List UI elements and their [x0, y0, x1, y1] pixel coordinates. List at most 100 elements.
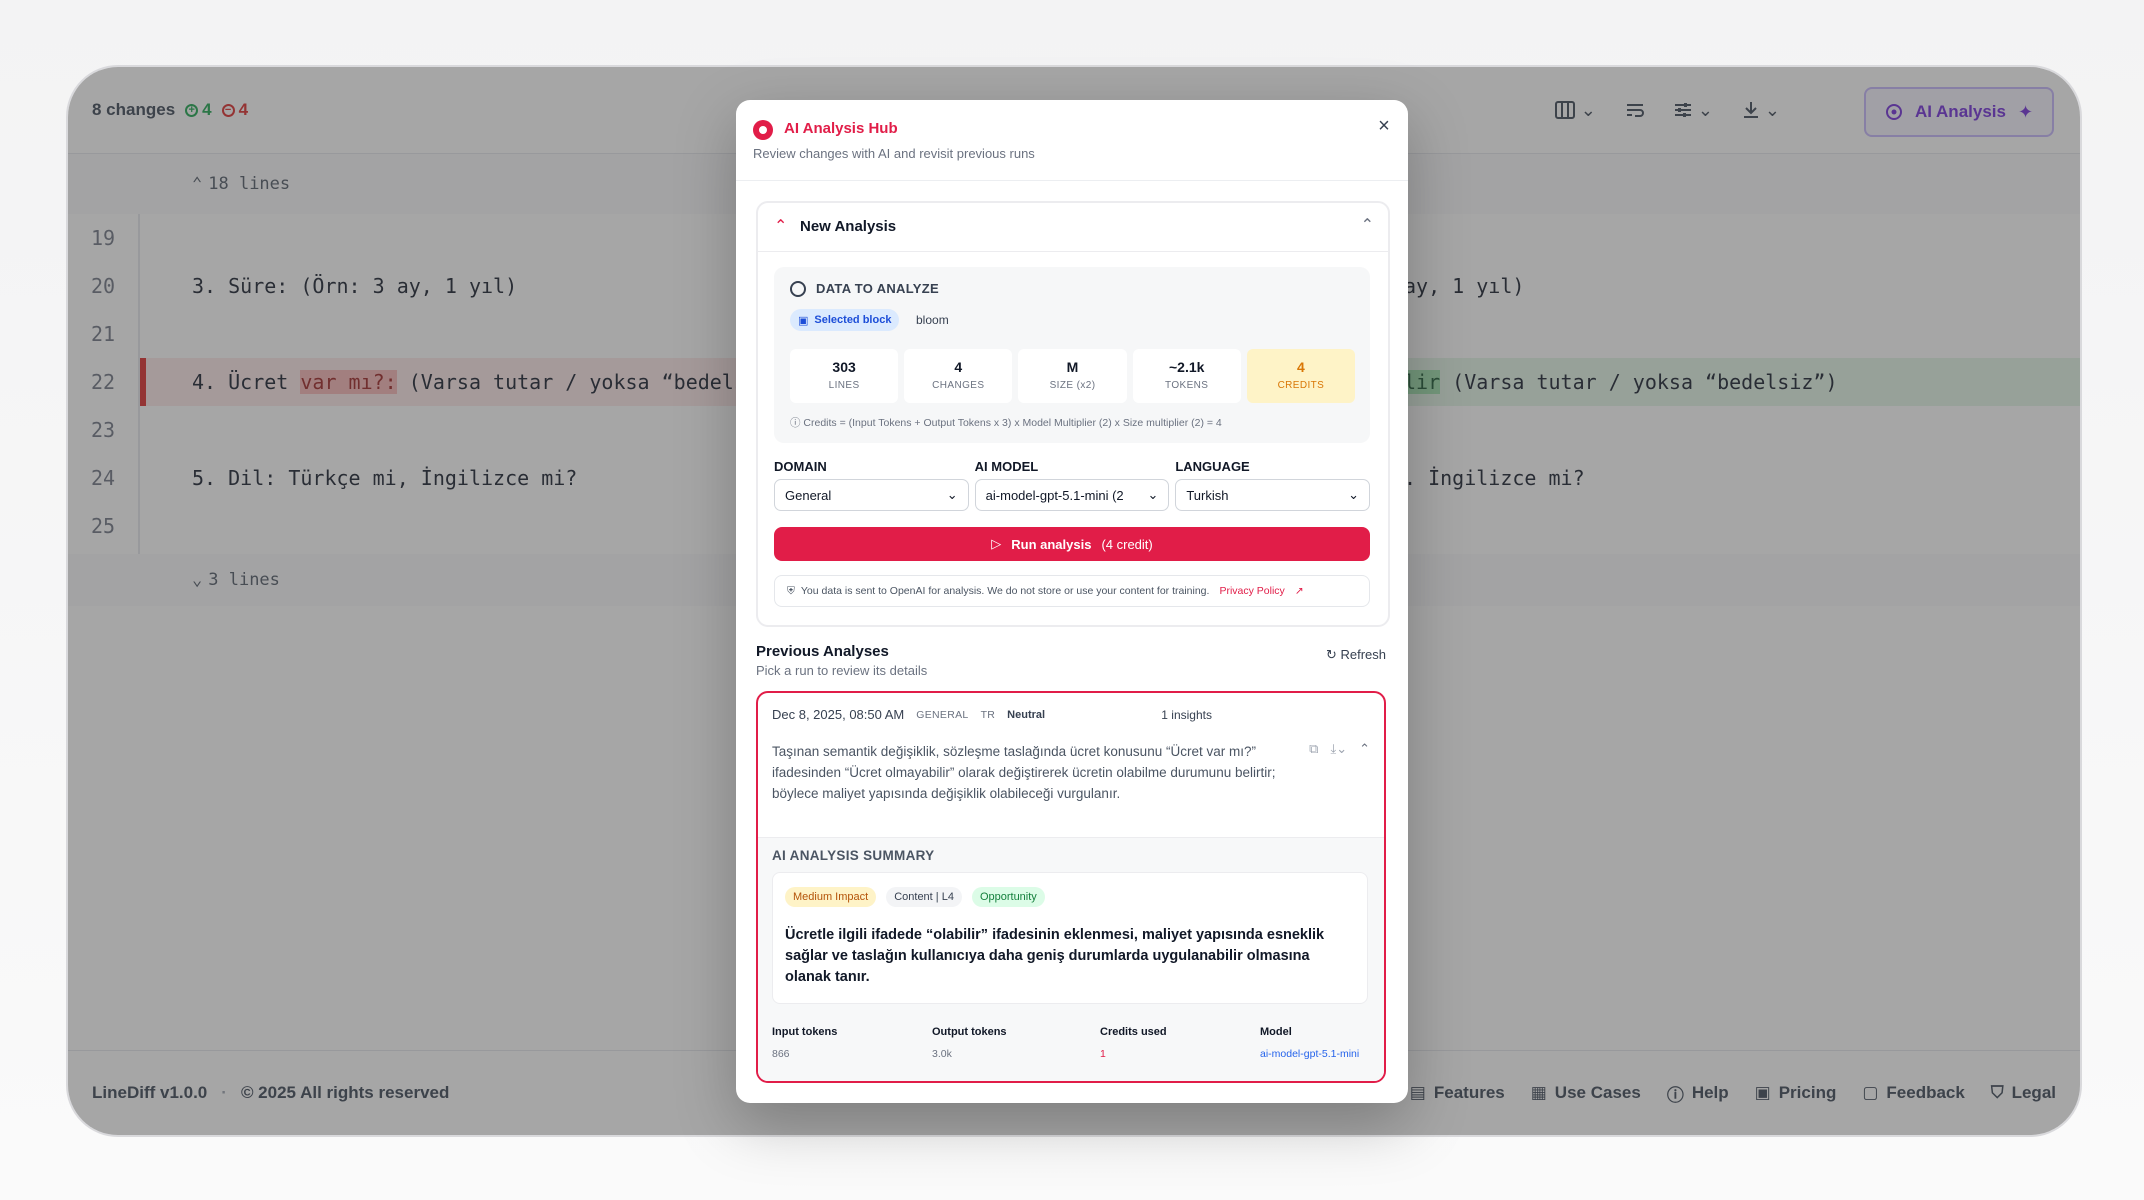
model-select-group: AI MODEL ai-model-gpt-5.1-mini (2 ⌄ — [974, 459, 1170, 511]
data-to-analyze-panel: DATA TO ANALYZE ▣ Selected block bloom 30… — [774, 267, 1370, 443]
selected-block-label: Selected block — [814, 314, 892, 326]
chevron-up-icon: ⌃ — [774, 218, 788, 235]
model-label: AI MODEL — [974, 459, 1039, 474]
insight-card: Medium Impact Content | L4 Opportunity Ü… — [772, 872, 1368, 1004]
collapse-chevron-icon[interactable]: ⌃ — [1361, 215, 1374, 235]
stat-value: 303 — [832, 359, 856, 375]
privacy-notice-text: You data is sent to OpenAI for analysis.… — [800, 585, 1210, 597]
circle-icon — [790, 281, 806, 297]
refresh-label: Refresh — [1340, 647, 1386, 662]
token-label: Model — [1260, 1026, 1292, 1038]
stat-label: TOKENS — [1165, 380, 1209, 391]
info-icon: ⓘ — [790, 417, 801, 429]
ai-hub-logo-icon — [753, 120, 773, 140]
close-icon[interactable]: × — [1372, 114, 1396, 138]
stat-value: ~2.1k — [1168, 359, 1205, 375]
run-analysis-button[interactable]: ▷ Run analysis (4 credit) — [774, 527, 1370, 561]
chevron-down-icon: ⌄ — [1348, 487, 1360, 502]
previous-analyses-title: Previous Analyses — [756, 643, 889, 660]
stat-value: 4 — [1297, 359, 1305, 375]
summary-title: AI ANALYSIS SUMMARY — [772, 848, 935, 863]
modal-body: ⌃ New Analysis ⌃ DATA TO ANALYZE ▣ Select… — [736, 181, 1408, 1103]
modal-title: AI Analysis Hub — [784, 120, 898, 137]
domain-select-group: DOMAIN General ⌄ — [774, 459, 969, 511]
run-actions: ⧉ ⤓⌄ ⌃ — [1309, 741, 1370, 757]
run-analysis-label: Run analysis — [1011, 536, 1092, 552]
download-icon[interactable]: ⤓⌄ — [1330, 741, 1347, 757]
token-value: 3.0k — [932, 1048, 952, 1060]
language-label: LANGUAGE — [1175, 459, 1250, 474]
modal-subtitle: Review changes with AI and revisit previ… — [753, 146, 1035, 161]
opportunity-chip: Opportunity — [971, 887, 1045, 907]
chevron-up-icon[interactable]: ⌃ — [1359, 741, 1370, 757]
shield-check-icon: ⛨ — [787, 584, 795, 597]
stat-label: LINES — [828, 380, 860, 391]
output-tokens: Output tokens 3.0k — [932, 1026, 1100, 1060]
domain-value: General — [785, 487, 832, 503]
run-insights-count: 1 insights — [1161, 707, 1212, 722]
credits-formula: ⓘ Credits = (Input Tokens + Output Token… — [790, 415, 1222, 430]
model-value: ai-model-gpt-5.1-mini (2 — [985, 487, 1124, 503]
data-to-analyze-title: DATA TO ANALYZE — [816, 281, 939, 296]
stat-lines: 303 LINES — [790, 349, 899, 403]
play-icon: ▷ — [991, 536, 1002, 551]
domain-label: DOMAIN — [774, 459, 827, 474]
token-label: Credits used — [1100, 1026, 1167, 1038]
analysis-summary: AI ANALYSIS SUMMARY Medium Impact Conten… — [758, 837, 1384, 1081]
new-analysis-title: New Analysis — [800, 218, 897, 235]
block-name: bloom — [916, 313, 949, 327]
token-value: 866 — [772, 1048, 790, 1060]
block-icon: ▣ — [798, 314, 809, 327]
modal-header: AI Analysis Hub Review changes with AI a… — [736, 100, 1408, 181]
stat-value: M — [1066, 359, 1079, 375]
token-value: 1 — [1100, 1048, 1106, 1060]
refresh-button[interactable]: ↻ Refresh — [1326, 647, 1386, 663]
run-description: Taşınan semantik değişiklik, sözleşme ta… — [772, 744, 1276, 801]
stat-tokens: ~2.1k TOKENS — [1132, 349, 1241, 403]
chevron-down-icon: ⌄ — [1147, 487, 1159, 502]
model-select[interactable]: ai-model-gpt-5.1-mini (2 ⌄ — [974, 479, 1170, 511]
token-value[interactable]: ai-model-gpt-5.1-mini — [1260, 1048, 1370, 1060]
ai-analysis-modal: AI Analysis Hub Review changes with AI a… — [736, 100, 1408, 1103]
insight-chips: Medium Impact Content | L4 Opportunity — [785, 887, 1045, 907]
new-analysis-header[interactable]: ⌃ New Analysis ⌃ — [758, 203, 1388, 252]
run-sentiment-tag: Neutral — [1007, 708, 1046, 721]
model-used: Model ai-model-gpt-5.1-mini — [1260, 1026, 1370, 1060]
run-meta: Dec 8, 2025, 08:50 AM GENERAL TR Neutral… — [772, 707, 1372, 722]
stat-credits: 4 CREDITS — [1246, 349, 1356, 403]
stat-changes: 4 CHANGES — [904, 349, 1013, 403]
stat-size: M SIZE (x2) — [1018, 349, 1127, 403]
impact-chip: Medium Impact — [785, 887, 877, 907]
previous-run-card[interactable]: Dec 8, 2025, 08:50 AM GENERAL TR Neutral… — [756, 691, 1386, 1083]
refresh-icon: ↻ — [1325, 647, 1337, 662]
domain-select[interactable]: General ⌄ — [774, 479, 969, 511]
stat-label: SIZE (x2) — [1049, 380, 1096, 391]
stat-label: CHANGES — [932, 380, 985, 391]
stat-label: CREDITS — [1277, 380, 1325, 391]
stats-row: 303 LINES 4 CHANGES M SIZE (x2) ~2.1k TOKENS… — [790, 349, 1356, 403]
run-domain-tag: GENERAL — [916, 708, 969, 721]
credits-formula-text: Credits = (Input Tokens + Output Tokens … — [803, 417, 1222, 429]
run-language-tag: TR — [980, 708, 996, 721]
language-value: Turkish — [1186, 487, 1229, 503]
language-select[interactable]: Turkish ⌄ — [1175, 479, 1371, 511]
external-link-icon: ↗ — [1294, 585, 1304, 597]
token-label: Output tokens — [932, 1026, 1007, 1038]
insight-text: Ücretle ilgili ifadede “olabilir” ifades… — [785, 927, 1325, 985]
new-analysis-card: ⌃ New Analysis ⌃ DATA TO ANALYZE ▣ Select… — [756, 201, 1390, 627]
input-tokens: Input tokens 866 — [772, 1026, 932, 1060]
language-select-group: LANGUAGE Turkish ⌄ — [1175, 459, 1371, 511]
credits-used: Credits used 1 — [1100, 1026, 1260, 1060]
run-analysis-credit: (4 credit) — [1101, 536, 1153, 552]
previous-analyses-subtitle: Pick a run to review its details — [756, 663, 928, 678]
stat-value: 4 — [954, 359, 963, 375]
content-chip: Content | L4 — [886, 887, 962, 907]
chevron-down-icon: ⌄ — [946, 487, 958, 502]
options-row: DOMAIN General ⌄ AI MODEL ai-model-gpt-5.… — [774, 459, 1371, 511]
selected-block-chip[interactable]: ▣ Selected block — [790, 309, 900, 331]
copy-icon[interactable]: ⧉ — [1309, 741, 1318, 757]
token-label: Input tokens — [772, 1026, 838, 1038]
token-usage: Input tokens 866 Output tokens 3.0k Credit… — [772, 1026, 1370, 1060]
privacy-notice: ⛨ You data is sent to OpenAI for analysi… — [774, 575, 1370, 607]
privacy-policy-link[interactable]: Privacy Policy — [1219, 585, 1284, 597]
